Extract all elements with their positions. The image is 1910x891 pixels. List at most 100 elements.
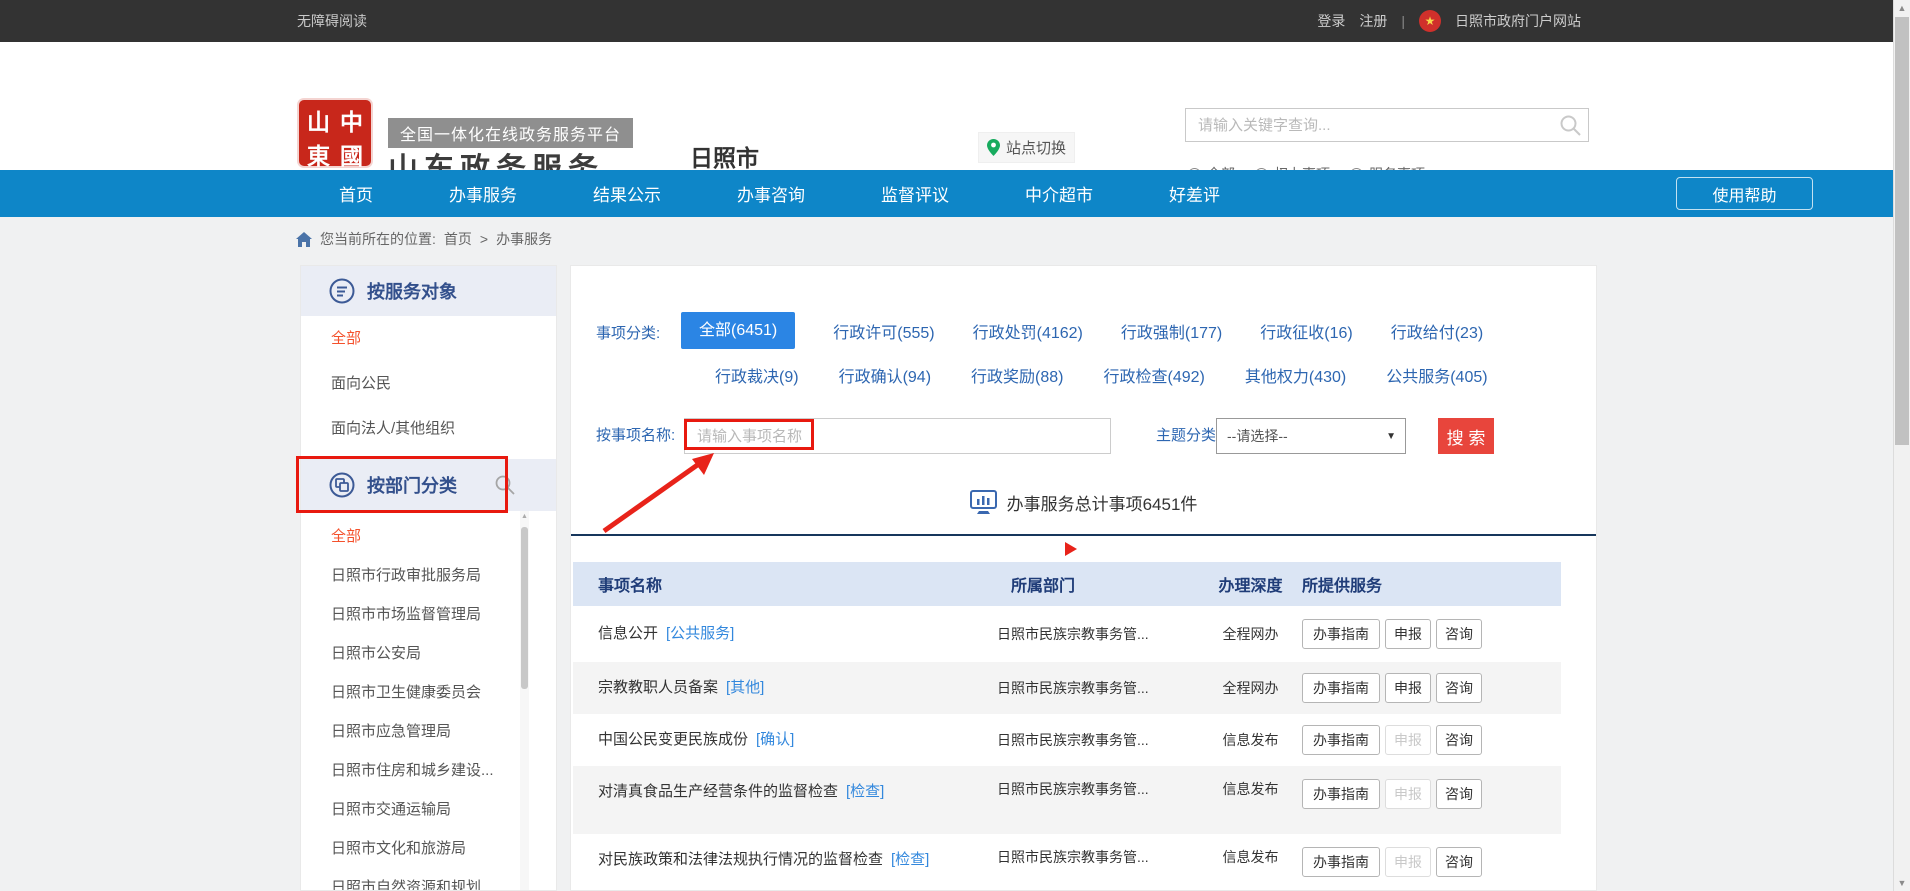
item-type-tag: [公共服务]: [666, 625, 734, 642]
table-row: 对清真食品生产经营条件的监督检查[检查] 日照市民族宗教事务管... 信息发布 …: [573, 766, 1561, 834]
topic-select[interactable]: --请选择-- ▼: [1216, 418, 1406, 454]
login-link[interactable]: 登录: [1317, 11, 1345, 31]
scroll-down-icon[interactable]: ▼: [1894, 878, 1910, 888]
apply-button[interactable]: 申报: [1385, 673, 1431, 703]
nav-item-agency[interactable]: 中介超市: [1025, 181, 1093, 206]
item-name-link[interactable]: 对民族政策和法律法规执行情况的监督检查: [598, 851, 883, 868]
search-icon[interactable]: [1559, 114, 1582, 137]
department-item[interactable]: 日照市文化和旅游局: [301, 829, 556, 868]
tab-admin-levy[interactable]: 行政征收(16): [1260, 319, 1352, 343]
col-header-department: 所属部门: [993, 572, 1203, 596]
location-pin-icon: [987, 139, 1000, 156]
site-switch-label: 站点切换: [1006, 137, 1066, 158]
tab-all[interactable]: 全部(6451): [681, 312, 795, 349]
city-name: 日照市: [690, 139, 759, 173]
item-name-link[interactable]: 信息公开: [598, 625, 658, 642]
accessibility-link[interactable]: 无障碍阅读: [297, 0, 367, 42]
department-item[interactable]: 日照市自然资源和规划...: [301, 868, 556, 891]
department-item[interactable]: 日照市卫生健康委员会: [301, 673, 556, 712]
apply-button[interactable]: 申报: [1385, 619, 1431, 649]
department-search-icon[interactable]: [494, 474, 516, 496]
item-department: 日照市民族宗教事务管...: [993, 779, 1203, 799]
nav-item-services[interactable]: 办事服务: [449, 181, 517, 206]
item-name-link[interactable]: 宗教教职人员备案: [598, 679, 718, 696]
item-name-input[interactable]: [684, 418, 1111, 454]
header-search-input[interactable]: [1186, 109, 1556, 141]
consult-button[interactable]: 咨询: [1436, 847, 1482, 877]
nav-item-supervision[interactable]: 监督评议: [881, 181, 949, 206]
portal-site-link[interactable]: 日照市政府门户网站: [1455, 11, 1581, 31]
service-target-legal-person[interactable]: 面向法人/其他组织: [301, 406, 556, 451]
col-header-depth: 办理深度: [1203, 572, 1298, 596]
item-name-link[interactable]: 对清真食品生产经营条件的监督检查: [598, 783, 838, 800]
scrollbar-thumb[interactable]: [521, 527, 528, 689]
consult-button[interactable]: 咨询: [1436, 673, 1482, 703]
department-item[interactable]: 日照市市场监督管理局: [301, 595, 556, 634]
tab-admin-inspect[interactable]: 行政检查(492): [1104, 363, 1205, 387]
nav-item-consult[interactable]: 办事咨询: [737, 181, 805, 206]
tab-admin-coercion[interactable]: 行政强制(177): [1121, 319, 1222, 343]
department-item[interactable]: 日照市行政审批服务局: [301, 556, 556, 595]
sidebar-section-department[interactable]: 按部门分类: [301, 459, 556, 511]
item-depth: 信息发布: [1203, 779, 1298, 799]
consult-button[interactable]: 咨询: [1436, 725, 1482, 755]
tab-admin-payment[interactable]: 行政给付(23): [1391, 319, 1483, 343]
department-list-scrollbar[interactable]: ▲: [520, 511, 529, 890]
table-row: 宗教教职人员备案[其他] 日照市民族宗教事务管... 全程网办 办事指南 申报 …: [573, 662, 1561, 714]
department-item[interactable]: 日照市住房和城乡建设...: [301, 751, 556, 790]
browser-scrollbar[interactable]: ▲ ▼: [1893, 0, 1910, 891]
search-button[interactable]: 搜 索: [1438, 418, 1494, 454]
category-filter-label: 事项分类:: [596, 322, 660, 343]
help-button[interactable]: 使用帮助: [1676, 177, 1813, 210]
guide-button[interactable]: 办事指南: [1302, 847, 1380, 877]
guide-button[interactable]: 办事指南: [1302, 619, 1380, 649]
seal-char: 中: [335, 103, 368, 137]
header-search-box: [1185, 108, 1589, 142]
guide-button[interactable]: 办事指南: [1302, 779, 1380, 809]
breadcrumb-separator: >: [480, 231, 488, 247]
consult-button[interactable]: 咨询: [1436, 779, 1482, 809]
table-header-row: 事项名称 所属部门 办理深度 所提供服务: [573, 562, 1561, 606]
stats-total-text: 办事服务总计事项6451件: [1007, 490, 1198, 515]
sidebar-section-service-target[interactable]: 按服务对象: [301, 266, 556, 316]
department-item-all[interactable]: 全部: [301, 517, 556, 556]
topic-select-value: --请选择--: [1227, 426, 1288, 446]
breadcrumb-home-link[interactable]: 首页: [444, 229, 472, 249]
nav-item-rating[interactable]: 好差评: [1169, 181, 1220, 206]
seal-char: 東: [302, 137, 335, 171]
register-link[interactable]: 注册: [1359, 11, 1387, 31]
seal-char: 國: [335, 137, 368, 171]
tab-admin-license[interactable]: 行政许可(555): [833, 319, 934, 343]
site-switch-button[interactable]: 站点切换: [978, 132, 1075, 163]
department-list: 全部 日照市行政审批服务局 日照市市场监督管理局 日照市公安局 日照市卫生健康委…: [301, 511, 556, 891]
service-target-icon: [329, 278, 355, 304]
department-item[interactable]: 日照市应急管理局: [301, 712, 556, 751]
tab-admin-ruling[interactable]: 行政裁决(9): [715, 363, 799, 387]
shandong-seal-logo: 山 中 東 國: [299, 100, 371, 166]
services-table: 事项名称 所属部门 办理深度 所提供服务 信息公开 [公共服务] 日照市民族宗教事…: [573, 562, 1561, 891]
breadcrumb-prefix: 您当前所在的位置:: [320, 229, 436, 249]
item-type-tag: [检查]: [891, 851, 929, 868]
service-target-citizen[interactable]: 面向公民: [301, 361, 556, 406]
service-target-all[interactable]: 全部: [301, 316, 556, 361]
item-name-search-label: 按事项名称:: [596, 418, 675, 454]
nav-item-home[interactable]: 首页: [339, 181, 373, 206]
tab-admin-award[interactable]: 行政奖励(88): [971, 363, 1063, 387]
department-item[interactable]: 日照市交通运输局: [301, 790, 556, 829]
scroll-up-icon[interactable]: ▲: [1894, 3, 1910, 13]
item-name-link[interactable]: 中国公民变更民族成份: [598, 731, 748, 748]
category-tabs-row1: 全部(6451) 行政许可(555) 行政处罚(4162) 行政强制(177) …: [681, 312, 1483, 349]
tab-other-power[interactable]: 其他权力(430): [1245, 363, 1346, 387]
tab-public-service[interactable]: 公共服务(405): [1386, 363, 1487, 387]
tab-admin-confirm[interactable]: 行政确认(94): [839, 363, 931, 387]
item-department: 日照市民族宗教事务管...: [993, 730, 1203, 750]
guide-button[interactable]: 办事指南: [1302, 725, 1380, 755]
scroll-up-icon[interactable]: ▲: [520, 513, 529, 520]
guide-button[interactable]: 办事指南: [1302, 673, 1380, 703]
table-row: 中国公民变更民族成份[确认] 日照市民族宗教事务管... 信息发布 办事指南 申…: [573, 714, 1561, 766]
tab-admin-penalty[interactable]: 行政处罚(4162): [973, 319, 1083, 343]
department-item[interactable]: 日照市公安局: [301, 634, 556, 673]
nav-item-results[interactable]: 结果公示: [593, 181, 661, 206]
scrollbar-thumb[interactable]: [1895, 17, 1909, 445]
consult-button[interactable]: 咨询: [1436, 619, 1482, 649]
